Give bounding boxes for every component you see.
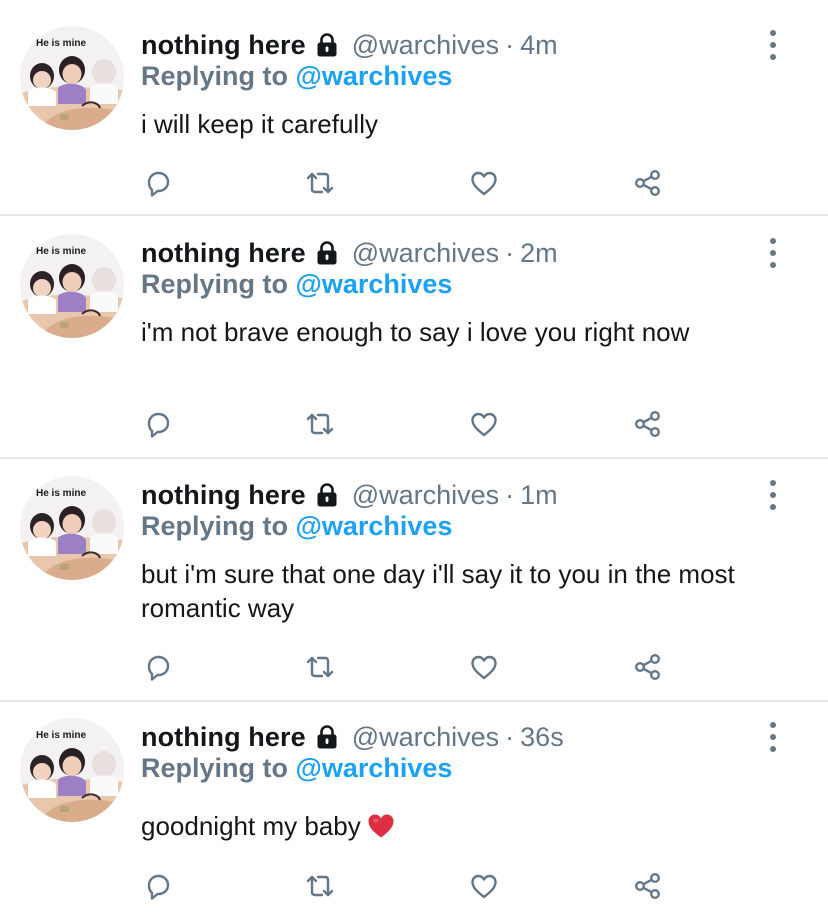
display-name[interactable]: nothing here (141, 722, 306, 753)
like-icon[interactable] (466, 165, 502, 201)
replying-to: Replying to @warchives (141, 269, 452, 301)
tweet-text: but i'm sure that one day i'll say it to… (141, 559, 735, 623)
like-icon[interactable] (466, 868, 502, 904)
lock-icon (314, 32, 340, 58)
lock-icon (314, 482, 340, 508)
replying-to-label: Replying to (141, 753, 288, 783)
display-name[interactable]: nothing here (141, 30, 306, 61)
display-name[interactable]: nothing here (141, 238, 306, 269)
avatar[interactable]: He is mine (20, 26, 124, 130)
retweet-icon[interactable] (302, 406, 338, 442)
replying-to-handle[interactable]: @warchives (296, 61, 453, 91)
tweet[interactable]: He is mine nothing here @warchives · 36s… (0, 702, 828, 919)
tweet-text: goodnight my baby (141, 809, 801, 847)
like-icon[interactable] (466, 649, 502, 685)
timestamp[interactable]: 2m (520, 238, 558, 269)
like-icon[interactable] (466, 406, 502, 442)
share-icon[interactable] (630, 868, 666, 904)
reply-icon[interactable] (140, 868, 176, 904)
tweet[interactable]: He is mine nothing here @warchives · 4m … (0, 0, 828, 215)
tweet-header: nothing here @warchives · 4m (141, 29, 558, 61)
handle[interactable]: @warchives (352, 722, 499, 753)
svg-text:He is mine: He is mine (36, 246, 86, 257)
replying-to-label: Replying to (141, 269, 288, 299)
avatar[interactable]: He is mine (20, 476, 124, 580)
more-options-icon[interactable] (762, 238, 784, 268)
replying-to-label: Replying to (141, 61, 288, 91)
tweet-text: i'm not brave enough to say i love you r… (141, 317, 690, 347)
handle[interactable]: @warchives (352, 30, 499, 61)
separator: · (505, 29, 515, 60)
replying-to-label: Replying to (141, 511, 288, 541)
timestamp[interactable]: 36s (520, 722, 564, 753)
lock-icon (314, 724, 340, 750)
replying-to-handle[interactable]: @warchives (296, 269, 453, 299)
reply-icon[interactable] (140, 649, 176, 685)
avatar[interactable]: He is mine (20, 234, 124, 338)
timestamp[interactable]: 4m (520, 30, 558, 61)
red-heart-icon (367, 813, 395, 847)
reply-icon[interactable] (140, 406, 176, 442)
replying-to: Replying to @warchives (141, 511, 452, 543)
share-icon[interactable] (630, 165, 666, 201)
svg-text:He is mine: He is mine (36, 488, 86, 499)
separator: · (505, 237, 515, 268)
tweet-header: nothing here @warchives · 2m (141, 237, 558, 269)
share-icon[interactable] (630, 649, 666, 685)
separator: · (505, 479, 515, 510)
share-icon[interactable] (630, 406, 666, 442)
avatar[interactable]: He is mine (20, 718, 124, 822)
svg-text:He is mine: He is mine (36, 730, 86, 741)
reply-icon[interactable] (140, 165, 176, 201)
replying-to: Replying to @warchives (141, 753, 452, 785)
retweet-icon[interactable] (302, 165, 338, 201)
more-options-icon[interactable] (762, 480, 784, 510)
display-name[interactable]: nothing here (141, 480, 306, 511)
more-options-icon[interactable] (762, 722, 784, 752)
tweet-text-content: goodnight my baby (141, 811, 361, 841)
separator: · (505, 721, 515, 752)
more-options-icon[interactable] (762, 30, 784, 60)
timestamp[interactable]: 1m (520, 480, 558, 511)
replying-to-handle[interactable]: @warchives (296, 753, 453, 783)
tweet-text: i will keep it carefully (141, 109, 378, 139)
replying-to-handle[interactable]: @warchives (296, 511, 453, 541)
tweet-header: nothing here @warchives · 1m (141, 479, 558, 511)
retweet-icon[interactable] (302, 868, 338, 904)
tweet[interactable]: He is mine nothing here @warchives · 2m … (0, 216, 828, 457)
replying-to: Replying to @warchives (141, 61, 452, 93)
tweet-header: nothing here @warchives · 36s (141, 721, 564, 753)
lock-icon (314, 240, 340, 266)
tweet[interactable]: He is mine nothing here @warchives · 1m … (0, 459, 828, 700)
handle[interactable]: @warchives (352, 480, 499, 511)
retweet-icon[interactable] (302, 649, 338, 685)
svg-text:He is mine: He is mine (36, 38, 86, 49)
handle[interactable]: @warchives (352, 238, 499, 269)
